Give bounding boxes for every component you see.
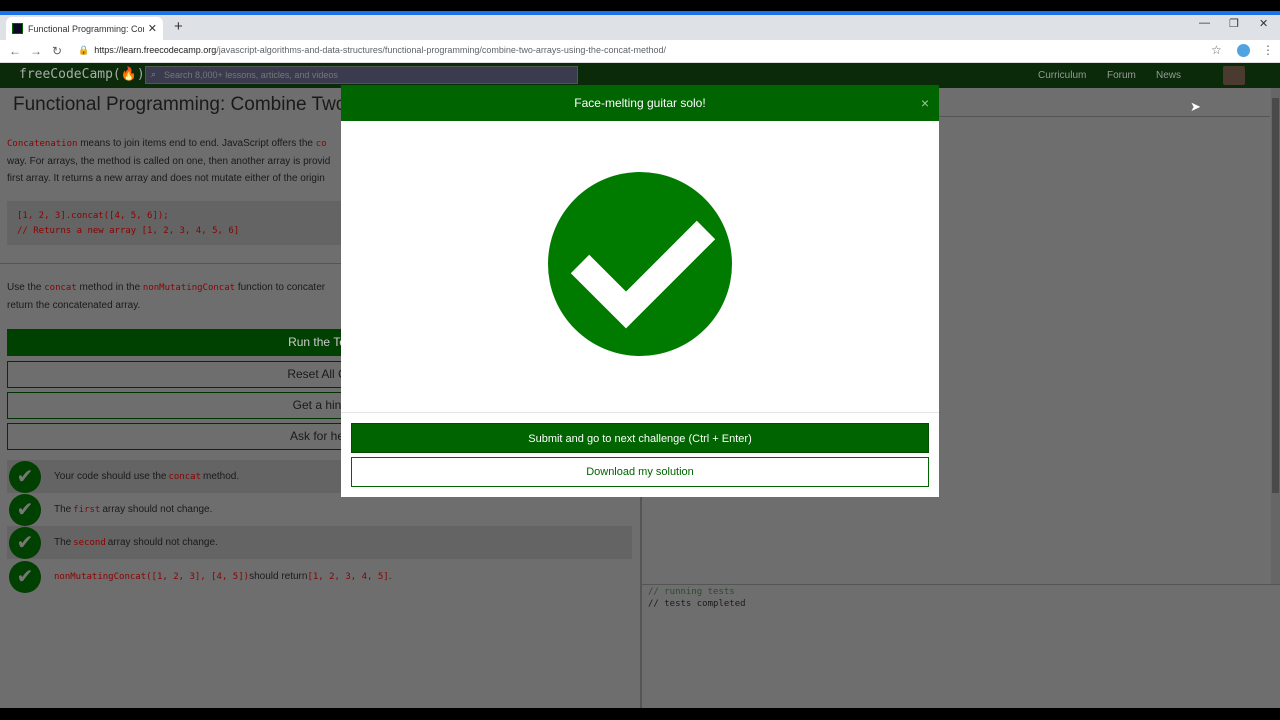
console-line: // tests completed (648, 599, 746, 609)
forward-icon[interactable]: → (30, 44, 42, 58)
extension-icon[interactable] (1237, 44, 1250, 57)
inline-code: first (73, 504, 101, 515)
url-field[interactable]: 🔒 https://learn.freecodecamp.org/javascri… (78, 45, 666, 56)
back-icon[interactable]: ← (9, 44, 21, 58)
avatar[interactable] (1223, 66, 1245, 85)
download-solution-button[interactable]: Download my solution (351, 457, 929, 487)
passed-check-icon: ✔ (9, 560, 41, 593)
test-text: should return (249, 571, 308, 582)
scrollbar-thumb[interactable] (1272, 98, 1279, 493)
browser-tab[interactable]: Functional Programming: Combi ✕ (6, 17, 163, 40)
editor-scrollbar[interactable] (1271, 88, 1280, 585)
screen-bottom-bar (0, 708, 1280, 720)
submit-next-button[interactable]: Submit and go to next challenge (Ctrl + … (351, 423, 929, 453)
instr-text: Use the (7, 282, 45, 293)
inline-code: concat (168, 471, 202, 482)
desc-text: way. For arrays, the method is called on… (7, 156, 331, 167)
test-text: array should not change. (107, 537, 218, 548)
url-path: /javascript-algorithms-and-data-structur… (216, 45, 666, 55)
reload-icon[interactable]: ↻ (52, 44, 62, 58)
inline-code: co (315, 139, 327, 149)
challenge-instructions: Use the concat method in the nonMutating… (7, 279, 347, 314)
test-text: The (54, 537, 72, 548)
search-icon: ⌕ (151, 69, 157, 79)
inline-code: nonMutatingConcat (142, 283, 236, 293)
passed-check-icon: ✔ (9, 526, 41, 559)
search-placeholder: Search 8,000+ lessons, articles, and vid… (164, 70, 338, 80)
nav-link-curriculum[interactable]: Curriculum (1038, 70, 1086, 81)
url-host: https://learn.freecodecamp.org (94, 45, 217, 55)
fcc-favicon-icon (12, 23, 23, 34)
nav-link-news[interactable]: News (1156, 70, 1181, 81)
test-text: The (54, 504, 72, 515)
desc-text: first array. It returns a new array and … (7, 173, 325, 184)
console-line: // running tests (648, 587, 735, 597)
bookmark-star-icon[interactable]: ☆ (1211, 43, 1222, 57)
lock-icon: 🔒 (78, 45, 90, 55)
test-text: Your code should use the (54, 471, 167, 482)
test-result-row: ✔ The first array should not change. (7, 493, 632, 526)
minimize-icon[interactable]: — (1199, 17, 1210, 29)
address-bar: ← → ↻ 🔒 https://learn.freecodecamp.org/ja… (0, 40, 1280, 63)
challenge-description: Concatenation means to join items end to… (7, 135, 347, 187)
test-text: method. (203, 471, 240, 482)
instr-text: return the concatenated array. (7, 300, 141, 311)
browser-tabstrip: Functional Programming: Combi ✕ + — ❐ ✕ (0, 15, 1280, 40)
test-result-row: ✔ The second array should not change. (7, 526, 632, 559)
console-divider (642, 584, 1280, 585)
inline-code: [1, 2, 3, 4, 5] (307, 571, 389, 582)
example-code-block: [1, 2, 3].concat([4, 5, 6]); // Returns … (7, 201, 347, 245)
passed-check-icon: ✔ (9, 493, 41, 526)
desc-text: means to join items end to end. JavaScri… (77, 138, 316, 149)
nav-link-forum[interactable]: Forum (1107, 70, 1136, 81)
tab-title: Functional Programming: Combi (28, 23, 144, 34)
page-title: Functional Programming: Combine Two (13, 94, 347, 115)
modal-header: Face-melting guitar solo! × (341, 85, 939, 121)
code-line: [1, 2, 3].concat([4, 5, 6]); (17, 211, 169, 221)
test-result-row: ✔ nonMutatingConcat([1, 2, 3], [4, 5]) s… (7, 560, 632, 593)
mouse-cursor-icon: ➤ (1190, 99, 1201, 114)
instr-text: function to concater (235, 282, 326, 293)
fcc-logo[interactable]: freeCodeCamp(🔥) (19, 67, 145, 82)
inline-code: second (73, 537, 106, 548)
test-text: array should not change. (102, 504, 213, 515)
inline-code: nonMutatingConcat([1, 2, 3], [4, 5]) (54, 571, 250, 582)
instr-text: method in the (76, 282, 143, 293)
test-console: // running tests // tests completed (648, 586, 746, 610)
close-icon[interactable]: × (921, 85, 929, 121)
screen-top-bar (0, 0, 1280, 11)
search-input[interactable]: ⌕ Search 8,000+ lessons, articles, and v… (145, 66, 578, 84)
browser-menu-icon[interactable]: ⋮ (1262, 43, 1274, 57)
passed-check-icon: ✔ (9, 460, 41, 493)
inline-code: Concatenation (7, 139, 78, 149)
restore-icon[interactable]: ❐ (1229, 17, 1239, 30)
window-close-icon[interactable]: ✕ (1259, 17, 1268, 30)
success-check-icon (548, 172, 732, 356)
test-text: . (388, 571, 392, 582)
code-line: // Returns a new array [1, 2, 3, 4, 5, 6… (17, 226, 240, 236)
completion-modal: Face-melting guitar solo! × Submit and g… (341, 85, 939, 497)
modal-title: Face-melting guitar solo! (574, 96, 706, 110)
inline-code: concat (44, 283, 77, 293)
tab-close-icon[interactable]: ✕ (148, 22, 157, 35)
new-tab-button[interactable]: + (174, 18, 183, 35)
modal-footer-divider (341, 412, 939, 413)
